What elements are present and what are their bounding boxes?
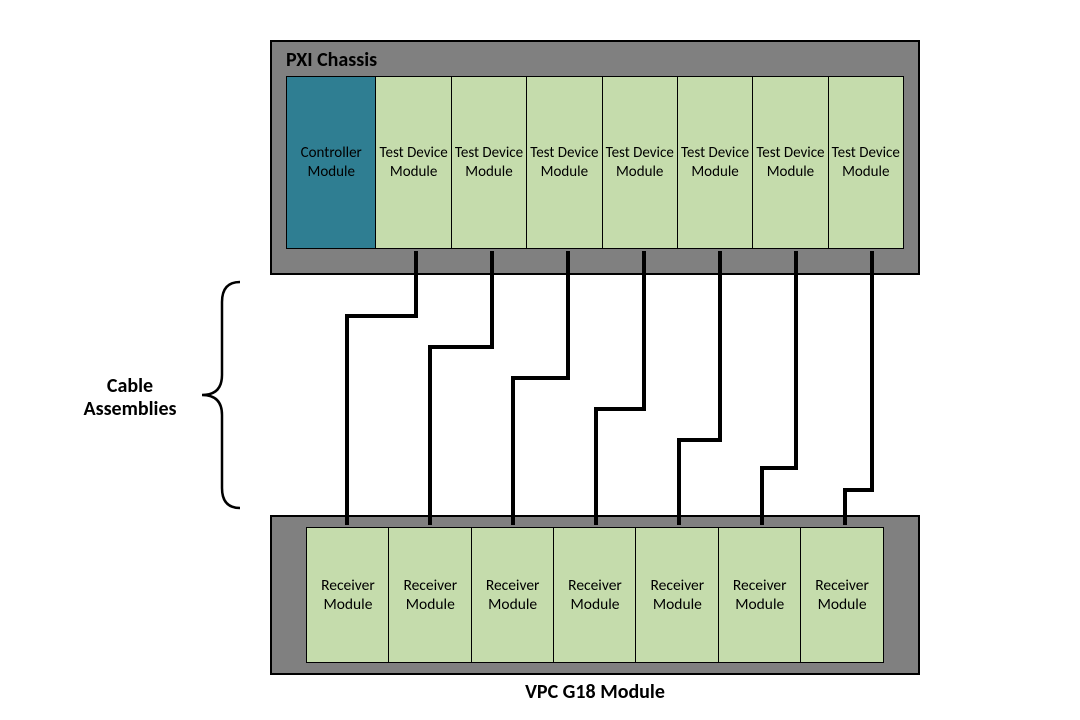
vpc-g18-title: VPC G18 Module	[270, 680, 920, 704]
test-device-label: Test Device Module	[378, 144, 448, 182]
pxi-chassis-slots: Controller Module Test Device Module Tes…	[286, 76, 904, 249]
pxi-chassis: PXI Chassis Controller Module Test Devic…	[270, 40, 920, 275]
test-device-module: Test Device Module	[376, 77, 451, 248]
test-device-module: Test Device Module	[678, 77, 753, 248]
controller-module-label: Controller Module	[289, 144, 373, 182]
test-device-module: Test Device Module	[603, 77, 678, 248]
test-device-module: Test Device Module	[527, 77, 602, 248]
test-device-label: Test Device Module	[680, 144, 750, 182]
receiver-module-label: Receiver Module	[640, 576, 714, 615]
receiver-module: Receiver Module	[553, 527, 637, 663]
test-device-label: Test Device Module	[605, 144, 675, 182]
vpc-g18-module: Receiver Module Receiver Module Receiver…	[270, 515, 920, 675]
test-device-label: Test Device Module	[454, 144, 524, 182]
diagram-stage: PXI Chassis Controller Module Test Devic…	[40, 20, 1040, 700]
receiver-module: Receiver Module	[800, 527, 884, 663]
test-device-label: Test Device Module	[755, 144, 825, 182]
receiver-module-label: Receiver Module	[723, 576, 797, 615]
cable-assemblies-label: Cable Assemblies	[60, 375, 200, 421]
pxi-chassis-title: PXI Chassis	[286, 48, 377, 72]
receiver-module: Receiver Module	[718, 527, 802, 663]
controller-module: Controller Module	[287, 77, 376, 248]
receiver-module-label: Receiver Module	[476, 576, 550, 615]
receiver-module: Receiver Module	[635, 527, 719, 663]
receiver-module: Receiver Module	[306, 527, 390, 663]
receiver-module: Receiver Module	[388, 527, 472, 663]
test-device-module: Test Device Module	[452, 77, 527, 248]
receiver-module-label: Receiver Module	[311, 576, 385, 615]
receiver-module-label: Receiver Module	[393, 576, 467, 615]
receiver-module: Receiver Module	[471, 527, 555, 663]
test-device-module: Test Device Module	[829, 77, 903, 248]
receiver-module-label: Receiver Module	[558, 576, 632, 615]
receiver-module-label: Receiver Module	[805, 576, 879, 615]
receiver-slots: Receiver Module Receiver Module Receiver…	[306, 527, 884, 663]
test-device-module: Test Device Module	[753, 77, 828, 248]
test-device-label: Test Device Module	[831, 144, 901, 182]
test-device-label: Test Device Module	[529, 144, 599, 182]
